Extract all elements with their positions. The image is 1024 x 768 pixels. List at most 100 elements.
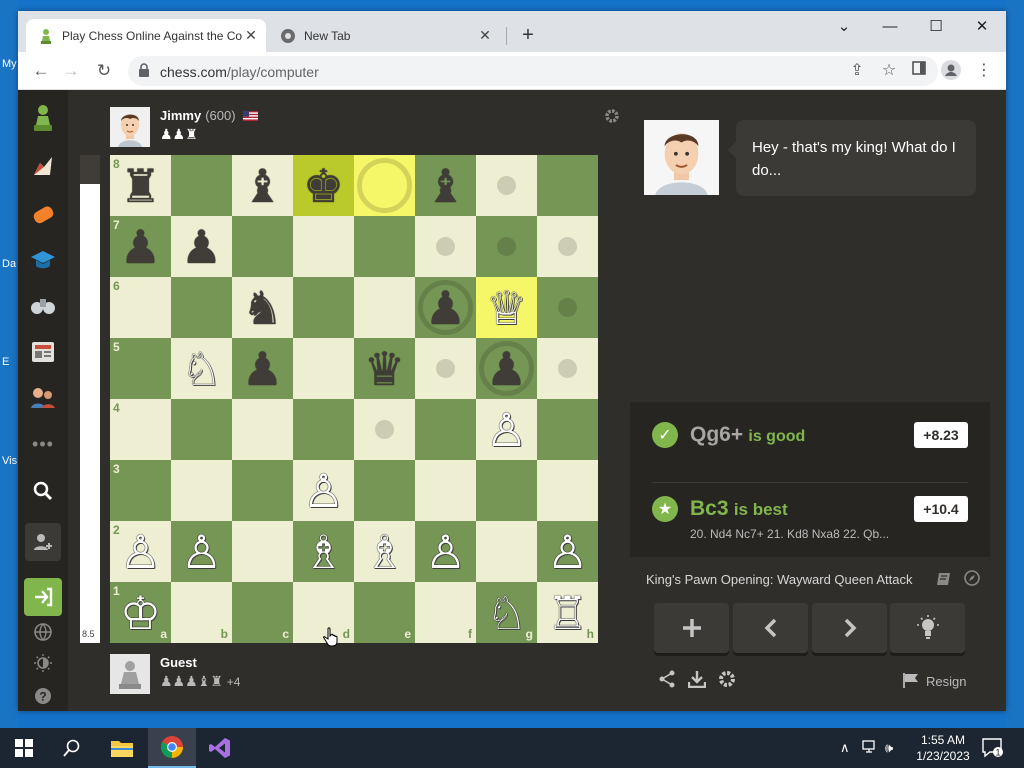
log-in-icon[interactable] bbox=[24, 578, 62, 616]
chess-board[interactable]: 8 ♜ ♝ ♚ ♝ 7 ♟ ♟ 6 ♞ ♟ ♕ 5 ♘ ♟ ♛ ♟ 4 ♙ 3 ♙ 2 ♙ ♙ ♗ ♗ ♙ ♙ 1 a ♔ b c d e f g ♘ h ♖ bbox=[110, 155, 598, 643]
desktop-icon-label[interactable]: E bbox=[2, 356, 9, 368]
square-b4[interactable] bbox=[171, 399, 232, 460]
add-friend-icon[interactable] bbox=[25, 523, 61, 561]
square-g5[interactable]: ♟ bbox=[476, 338, 537, 399]
square-g3[interactable] bbox=[476, 460, 537, 521]
download-icon[interactable] bbox=[687, 670, 707, 693]
close-tab-icon[interactable]: ✕ bbox=[476, 27, 494, 44]
square-c6[interactable]: ♞ bbox=[232, 277, 293, 338]
square-b7[interactable]: ♟ bbox=[171, 216, 232, 277]
square-g8[interactable] bbox=[476, 155, 537, 216]
forward-icon[interactable]: → bbox=[60, 60, 82, 82]
square-g4[interactable]: ♙ bbox=[476, 399, 537, 460]
square-b2[interactable]: ♙ bbox=[171, 521, 232, 582]
address-bar[interactable]: chess.com/play/computer ⇪ ☆ bbox=[128, 56, 938, 86]
side-panel-icon[interactable] bbox=[908, 60, 930, 82]
square-b1[interactable]: b bbox=[171, 582, 232, 643]
square-f2[interactable]: ♙ bbox=[415, 521, 476, 582]
compass-icon[interactable] bbox=[964, 570, 980, 591]
legal-move-dot[interactable] bbox=[558, 237, 577, 256]
square-b3[interactable] bbox=[171, 460, 232, 521]
square-f3[interactable] bbox=[415, 460, 476, 521]
square-g2[interactable] bbox=[476, 521, 537, 582]
black-piece[interactable]: ♞ bbox=[232, 277, 293, 338]
notifications-icon[interactable]: 1 bbox=[982, 738, 1004, 761]
legal-move-dot[interactable] bbox=[497, 176, 516, 195]
url-text[interactable]: chess.com/play/computer bbox=[160, 64, 319, 80]
white-piece[interactable]: ♕ bbox=[476, 277, 537, 338]
square-g7[interactable] bbox=[476, 216, 537, 277]
close-window-button[interactable]: ✕ bbox=[964, 15, 1000, 39]
square-h8[interactable] bbox=[537, 155, 598, 216]
square-h6[interactable] bbox=[537, 277, 598, 338]
start-button[interactable] bbox=[0, 728, 48, 768]
bookmark-star-icon[interactable]: ☆ bbox=[878, 60, 900, 82]
desktop-icon-label[interactable]: My bbox=[2, 58, 17, 70]
square-f1[interactable]: f bbox=[415, 582, 476, 643]
previous-move-button[interactable] bbox=[733, 603, 808, 653]
new-tab-button[interactable]: + bbox=[516, 23, 540, 47]
square-c7[interactable] bbox=[232, 216, 293, 277]
black-piece[interactable]: ♟ bbox=[415, 277, 476, 338]
chrome-taskbar-icon[interactable] bbox=[148, 728, 196, 768]
square-d3[interactable]: ♙ bbox=[293, 460, 354, 521]
black-piece[interactable]: ♚ bbox=[293, 155, 354, 216]
settings-gear-icon[interactable] bbox=[718, 670, 736, 693]
square-f7[interactable] bbox=[415, 216, 476, 277]
square-e1[interactable]: e bbox=[354, 582, 415, 643]
square-a7[interactable]: 7 ♟ bbox=[110, 216, 171, 277]
white-piece[interactable]: ♗ bbox=[293, 521, 354, 582]
square-h5[interactable] bbox=[537, 338, 598, 399]
square-a3[interactable]: 3 bbox=[110, 460, 171, 521]
white-piece[interactable]: ♙ bbox=[293, 460, 354, 521]
tab-search-icon[interactable]: ⌄ bbox=[826, 15, 862, 39]
white-piece[interactable]: ♙ bbox=[415, 521, 476, 582]
square-e4[interactable] bbox=[354, 399, 415, 460]
player-name[interactable]: Guest bbox=[160, 655, 197, 670]
square-e6[interactable] bbox=[354, 277, 415, 338]
next-move-button[interactable] bbox=[812, 603, 887, 653]
black-piece[interactable]: ♟ bbox=[110, 216, 171, 277]
board-settings-gear-icon[interactable] bbox=[604, 108, 620, 129]
legal-move-dot[interactable] bbox=[497, 237, 516, 256]
black-piece[interactable]: ♜ bbox=[110, 155, 171, 216]
close-tab-icon[interactable]: ✕ bbox=[242, 27, 260, 44]
square-d5[interactable] bbox=[293, 338, 354, 399]
square-c1[interactable]: c bbox=[232, 582, 293, 643]
white-piece[interactable]: ♘ bbox=[171, 338, 232, 399]
square-a1[interactable]: 1 a ♔ bbox=[110, 582, 171, 643]
back-icon[interactable]: ← bbox=[30, 60, 52, 82]
black-piece[interactable]: ♛ bbox=[354, 338, 415, 399]
square-f6[interactable]: ♟ bbox=[415, 277, 476, 338]
reload-icon[interactable]: ↻ bbox=[93, 60, 115, 82]
legal-move-dot[interactable] bbox=[436, 359, 455, 378]
square-h4[interactable] bbox=[537, 399, 598, 460]
legal-move-dot[interactable] bbox=[558, 359, 577, 378]
theme-icon[interactable] bbox=[25, 647, 61, 679]
square-b5[interactable]: ♘ bbox=[171, 338, 232, 399]
white-piece[interactable]: ♗ bbox=[354, 521, 415, 582]
search-icon[interactable] bbox=[25, 475, 61, 507]
more-icon[interactable]: ••• bbox=[25, 428, 61, 460]
square-h2[interactable]: ♙ bbox=[537, 521, 598, 582]
play-icon[interactable] bbox=[25, 198, 61, 230]
new-game-button[interactable] bbox=[654, 603, 729, 653]
square-d7[interactable] bbox=[293, 216, 354, 277]
help-icon[interactable]: ? bbox=[25, 680, 61, 712]
square-g6[interactable]: ♕ bbox=[476, 277, 537, 338]
square-f8[interactable]: ♝ bbox=[415, 155, 476, 216]
news-icon[interactable] bbox=[25, 336, 61, 368]
tab-play-chess[interactable]: Play Chess Online Against the Computer ✕ bbox=[26, 19, 266, 52]
square-a4[interactable]: 4 bbox=[110, 399, 171, 460]
menu-icon[interactable]: ⋮ bbox=[973, 60, 995, 82]
square-c4[interactable] bbox=[232, 399, 293, 460]
square-f5[interactable] bbox=[415, 338, 476, 399]
square-c2[interactable] bbox=[232, 521, 293, 582]
square-e3[interactable] bbox=[354, 460, 415, 521]
profile-icon[interactable] bbox=[940, 60, 962, 82]
player-avatar[interactable] bbox=[110, 654, 150, 694]
square-a6[interactable]: 6 bbox=[110, 277, 171, 338]
book-icon[interactable] bbox=[936, 572, 952, 591]
globe-icon[interactable] bbox=[25, 616, 61, 648]
visual-studio-icon[interactable] bbox=[196, 728, 244, 768]
